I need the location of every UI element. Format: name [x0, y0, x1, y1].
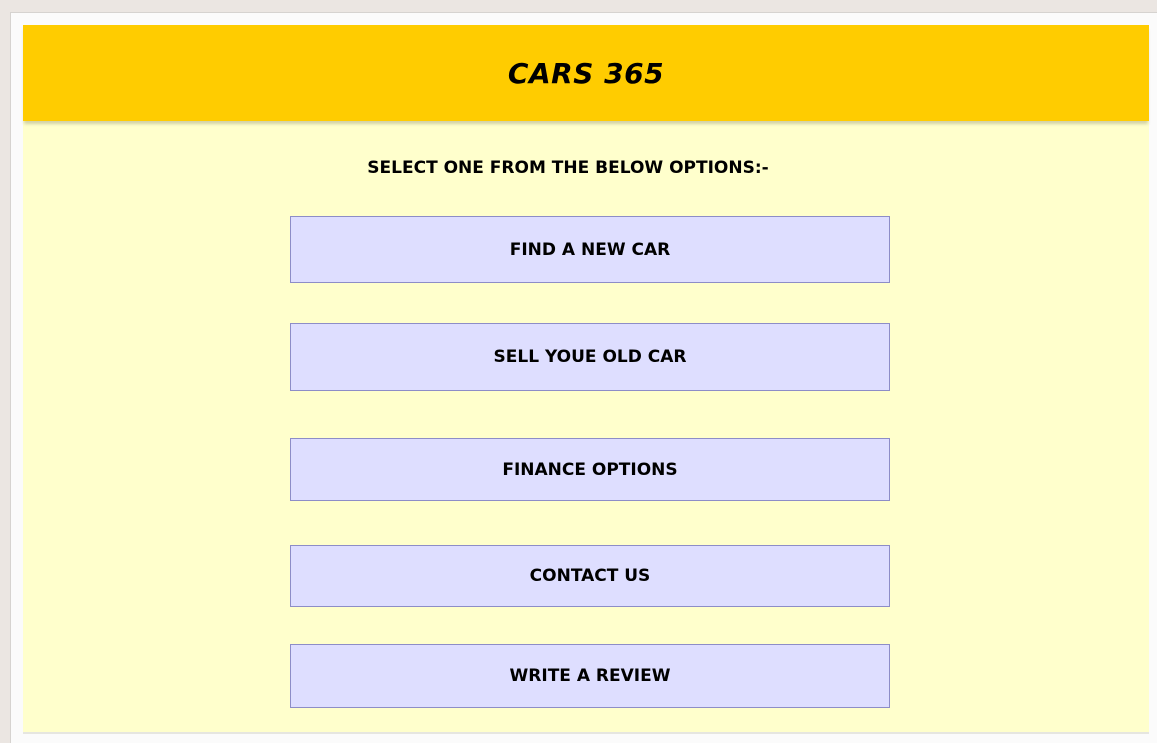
write-review-button[interactable]: WRITE A REVIEW: [290, 644, 890, 708]
finance-options-button[interactable]: FINANCE OPTIONS: [290, 438, 890, 501]
sell-old-car-button[interactable]: SELL YOUE OLD CAR: [290, 323, 890, 391]
find-new-car-button[interactable]: FIND A NEW CAR: [290, 216, 890, 283]
contact-us-button[interactable]: CONTACT US: [290, 545, 890, 607]
site-title: CARS 365: [507, 56, 665, 90]
site-header: CARS 365: [23, 25, 1149, 121]
options-prompt: SELECT ONE FROM THE BELOW OPTIONS:-: [367, 158, 769, 178]
